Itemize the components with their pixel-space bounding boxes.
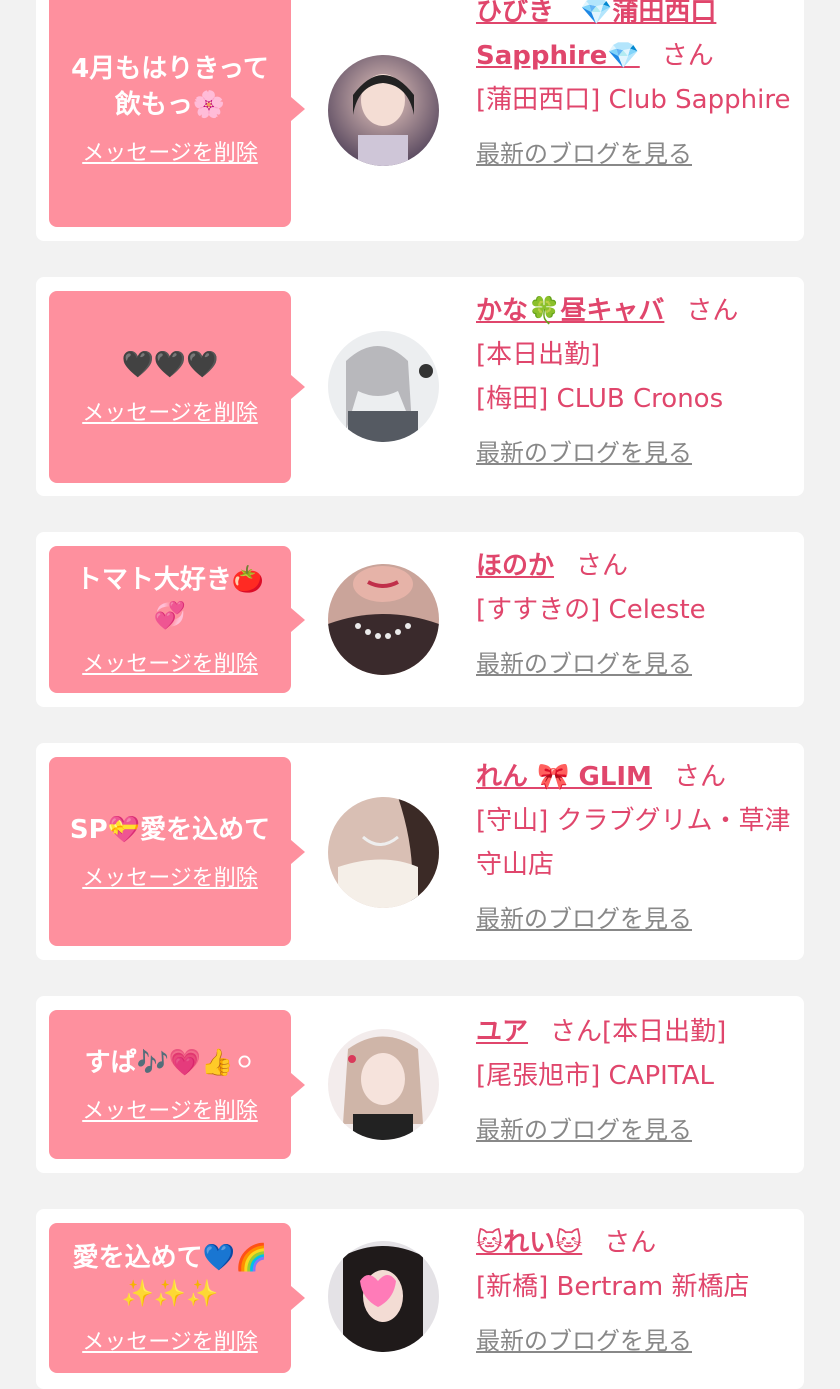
message-bubble: トマト大好き🍅💞 メッセージを削除 <box>49 546 291 693</box>
shop-line: [本日出勤] <box>602 1017 727 1047</box>
cast-info: ひびき 💎蒲田西口Sapphire💎 さん [蒲田西口] Club Sapphir… <box>476 0 794 169</box>
latest-blog-link[interactable]: 最新のブログを見る <box>476 899 692 934</box>
avatar[interactable] <box>328 331 439 442</box>
latest-blog-link[interactable]: 最新のブログを見る <box>476 1110 692 1145</box>
cast-name-link[interactable]: 🐱れい🐱 <box>476 1228 582 1258</box>
message-bubble: SP💝愛を込めて メッセージを削除 <box>49 757 291 946</box>
latest-blog-link[interactable]: 最新のブログを見る <box>476 644 692 679</box>
cast-name-link[interactable]: ユア <box>476 1017 528 1047</box>
message-text: 🖤🖤🖤 <box>121 350 219 380</box>
avatar[interactable] <box>328 564 439 675</box>
avatar[interactable] <box>328 797 439 908</box>
shop-line: [新橋] Bertram 新橋店 <box>476 1272 750 1302</box>
cast-info: ユア さん[本日出勤] [尾張旭市] CAPITAL 最新のブログを見る <box>476 1010 794 1145</box>
message-text: トマト大好き🍅💞 <box>75 564 265 631</box>
message-text: 愛を込めて💙🌈✨✨✨ <box>72 1243 268 1309</box>
cast-info: ほのか さん [すすきの] Celeste 最新のブログを見る <box>476 544 794 679</box>
cast-info: 🐱れい🐱 さん [新橋] Bertram 新橋店 最新のブログを見る <box>476 1221 794 1356</box>
shop-line: [蒲田西口] Club Sapphire <box>476 85 791 115</box>
avatar[interactable] <box>328 1241 439 1352</box>
shop-line: [本日出勤] <box>476 340 601 370</box>
cast-name-link[interactable]: かな🍀昼キャバ <box>476 296 664 326</box>
avatar[interactable] <box>328 1029 439 1140</box>
message-text: すぱ🎶💗👍⚪ <box>84 1047 256 1078</box>
message-text: 4月もはりきって飲もっ🌸 <box>71 53 269 120</box>
message-card: 🖤🖤🖤 メッセージを削除 かな🍀昼キャバ さん [本日出勤] [梅田] CLUB … <box>36 277 804 496</box>
cast-info: かな🍀昼キャバ さん [本日出勤] [梅田] CLUB Cronos 最新のブログ… <box>476 289 794 468</box>
delete-message-link[interactable]: メッセージを削除 <box>82 646 258 678</box>
latest-blog-link[interactable]: 最新のブログを見る <box>476 1321 692 1356</box>
message-card: 愛を込めて💙🌈✨✨✨ メッセージを削除 🐱れい🐱 さん [新橋] Bertram … <box>36 1209 804 1389</box>
delete-message-link[interactable]: メッセージを削除 <box>82 135 258 167</box>
cast-name-link[interactable]: れん 🎀 GLIM <box>476 762 652 792</box>
latest-blog-link[interactable]: 最新のブログを見る <box>476 433 692 468</box>
cast-name-link[interactable]: ほのか <box>476 551 554 581</box>
message-card: 4月もはりきって飲もっ🌸 メッセージを削除 ひびき 💎蒲田西口Sapphire💎… <box>36 0 804 241</box>
message-bubble: 4月もはりきって飲もっ🌸 メッセージを削除 <box>49 0 291 227</box>
shop-line: [すすきの] Celeste <box>476 595 706 625</box>
honorific: さん <box>550 1017 603 1047</box>
shop-line: [尾張旭市] CAPITAL <box>476 1061 714 1091</box>
cast-info: れん 🎀 GLIM さん [守山] クラブグリム・草津守山店 最新のブログを見る <box>476 755 794 934</box>
honorific: さん <box>604 1228 657 1258</box>
honorific: さん <box>576 551 629 581</box>
shop-line: [梅田] CLUB Cronos <box>476 384 724 414</box>
latest-blog-link[interactable]: 最新のブログを見る <box>476 134 692 169</box>
shop-line: [守山] クラブグリム・草津守山店 <box>476 806 791 880</box>
delete-message-link[interactable]: メッセージを削除 <box>82 1093 258 1125</box>
honorific: さん <box>673 762 726 792</box>
message-card: すぱ🎶💗👍⚪ メッセージを削除 ユア さん[本日出勤] [尾張旭市] CAPITA… <box>36 996 804 1173</box>
message-card: SP💝愛を込めて メッセージを削除 れん 🎀 GLIM さん [守山] クラブグリ… <box>36 743 804 960</box>
honorific: さん <box>686 296 739 326</box>
delete-message-link[interactable]: メッセージを削除 <box>82 395 258 427</box>
avatar[interactable] <box>328 55 439 166</box>
message-bubble: すぱ🎶💗👍⚪ メッセージを削除 <box>49 1010 291 1159</box>
delete-message-link[interactable]: メッセージを削除 <box>82 860 258 892</box>
message-text: SP💝愛を込めて <box>69 814 271 845</box>
delete-message-link[interactable]: メッセージを削除 <box>82 1324 258 1356</box>
message-bubble: 愛を込めて💙🌈✨✨✨ メッセージを削除 <box>49 1223 291 1373</box>
message-bubble: 🖤🖤🖤 メッセージを削除 <box>49 291 291 483</box>
honorific: さん <box>661 41 714 71</box>
message-card: トマト大好き🍅💞 メッセージを削除 ほのか さん [すすきの] Celeste 最… <box>36 532 804 707</box>
